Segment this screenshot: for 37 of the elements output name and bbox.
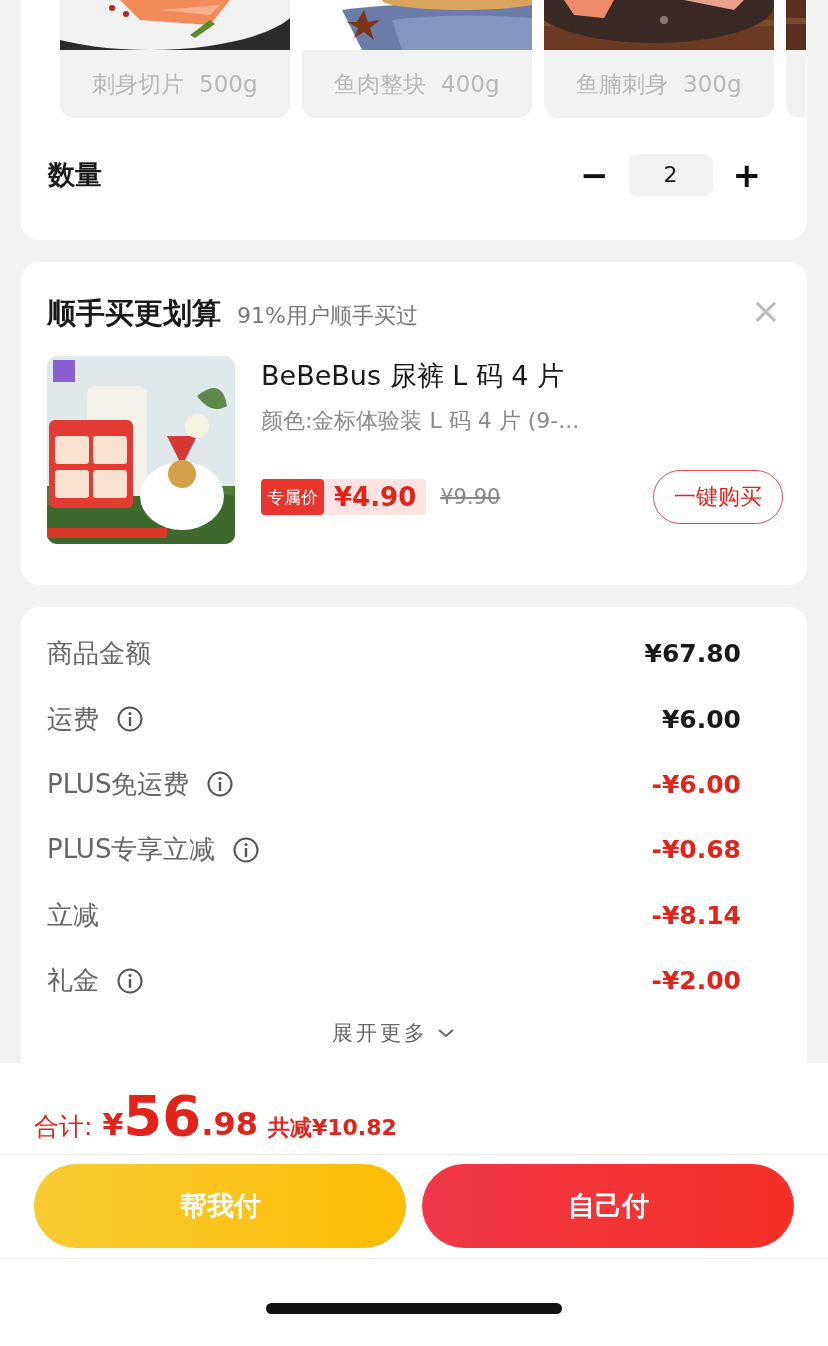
pay-button[interactable]: 自己付: [422, 1164, 794, 1248]
fee-amount: -¥2.00: [651, 966, 741, 996]
quantity-label: 数量: [48, 158, 102, 192]
info-icon[interactable]: [207, 771, 234, 798]
fee-amount: ¥6.00: [661, 704, 741, 734]
spec-label: 鱼肉整块 400g: [333, 70, 501, 99]
fee-label: 商品金额: [47, 637, 151, 671]
section-subtitle: 91%用户顺手买过: [237, 302, 418, 330]
fee-label: 立减: [47, 898, 99, 932]
original-price: ¥9.90: [440, 485, 501, 509]
decrease-button[interactable]: −: [574, 155, 615, 195]
spec-label: 刺身切片 500g: [91, 70, 259, 99]
fee-amount: -¥8.14: [651, 900, 741, 930]
fee-label: 运费: [47, 702, 99, 736]
info-icon[interactable]: [117, 967, 143, 994]
fee-amount: -¥0.68: [651, 835, 741, 865]
fee-amount: -¥6.00: [651, 769, 741, 799]
info-icon[interactable]: [117, 706, 143, 733]
fee-amount: ¥67.80: [644, 639, 741, 669]
total-discount: 共减¥10.82: [267, 1114, 397, 1142]
price-tag: 专属价: [261, 479, 324, 515]
quantity-field[interactable]: 2: [628, 154, 713, 196]
fee-label: PLUS免运费: [47, 767, 190, 801]
buy-now-button[interactable]: 一键购买: [653, 470, 783, 524]
chevron-down-icon: [436, 1028, 456, 1039]
fee-label: 礼金: [47, 964, 99, 998]
product-variant: 颜色:金标体验装 L 码 4 片 (9-...: [261, 407, 581, 435]
total-label: 合计:: [34, 1111, 93, 1143]
fee-label: PLUS专享立减: [47, 833, 216, 867]
section-title: 顺手买更划算: [47, 295, 221, 332]
spec-label: 鱼腩刺身 300g: [575, 70, 743, 99]
product-price: ¥4.90: [334, 482, 417, 512]
product-name: BeBeBus 尿裤 L 码 4 片: [261, 359, 566, 393]
expand-more-button[interactable]: 展开更多: [328, 1015, 460, 1052]
increase-button[interactable]: +: [726, 155, 767, 195]
total-amount: ¥56.98: [102, 1083, 258, 1148]
info-icon[interactable]: [233, 836, 260, 863]
